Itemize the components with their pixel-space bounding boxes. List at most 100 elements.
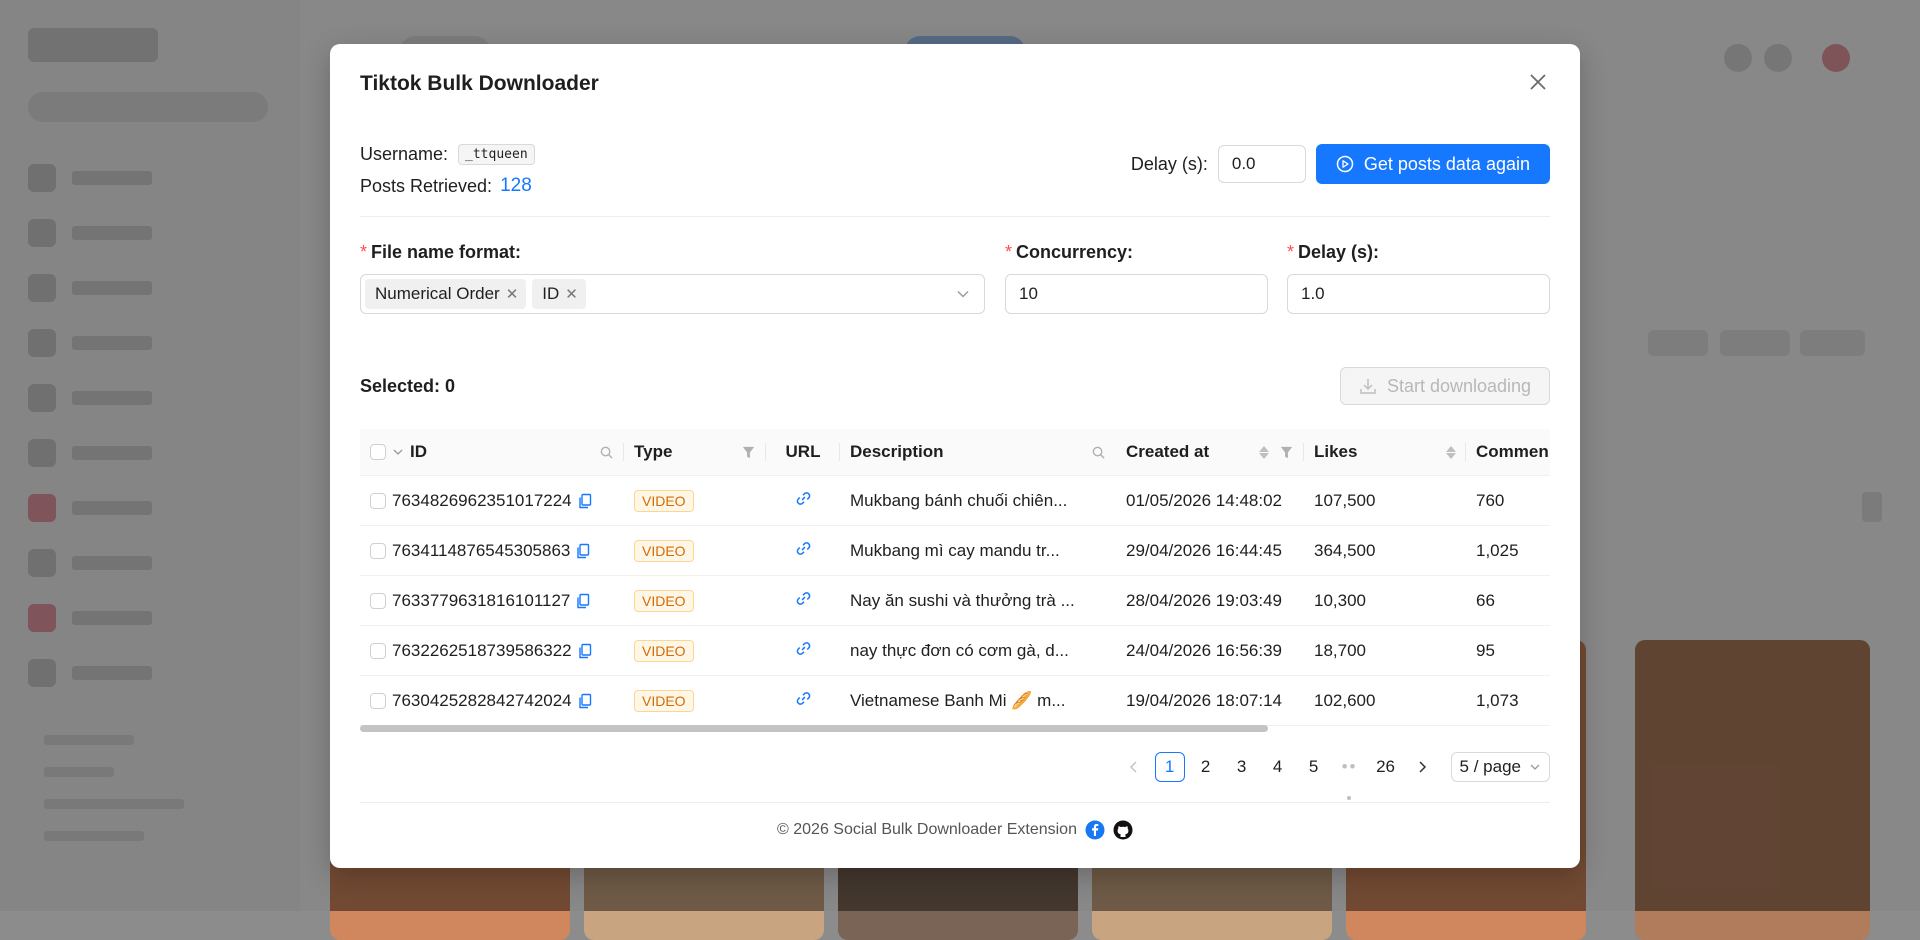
required-mark: * bbox=[1005, 242, 1013, 262]
likes-cell: 10,300 bbox=[1304, 575, 1466, 626]
selected-count: Selected: 0 bbox=[360, 376, 456, 396]
table-header-row: ID Type URL Description Created at Likes… bbox=[360, 429, 1550, 476]
link-icon[interactable] bbox=[795, 540, 812, 557]
next-page-button[interactable] bbox=[1407, 752, 1437, 782]
type-tag: VIDEO bbox=[634, 489, 694, 512]
post-id: 7634114876545305863 bbox=[392, 540, 571, 560]
remove-tag-icon[interactable]: ✕ bbox=[506, 285, 519, 303]
concurrency-input[interactable]: 10 bbox=[1005, 274, 1268, 314]
remove-tag-icon[interactable]: ✕ bbox=[565, 285, 578, 303]
row-checkbox[interactable] bbox=[370, 642, 386, 659]
modal-title: Tiktok Bulk Downloader bbox=[360, 72, 599, 95]
link-icon[interactable] bbox=[795, 490, 812, 507]
chevron-left-icon bbox=[1129, 761, 1137, 773]
sort-icon[interactable] bbox=[1259, 445, 1269, 459]
close-icon bbox=[1530, 74, 1546, 90]
fetch-delay-input[interactable]: 0.0 bbox=[1217, 145, 1306, 183]
post-id: 7630425282842742024 bbox=[392, 690, 572, 710]
select-all-checkbox[interactable] bbox=[370, 444, 386, 460]
horizontal-scrollbar[interactable] bbox=[360, 725, 1550, 733]
page-last[interactable]: 26 bbox=[1371, 752, 1401, 782]
description-cell: Mukbang bánh chuối chiên... bbox=[840, 475, 1116, 526]
row-checkbox[interactable] bbox=[370, 492, 386, 509]
filter-icon[interactable] bbox=[1279, 445, 1294, 460]
created-at-cell: 19/04/2026 18:07:14 bbox=[1116, 675, 1304, 726]
table-row[interactable]: 7630425282842742024 VIDEO Vietnamese Ban… bbox=[360, 675, 1550, 726]
created-at-cell: 28/04/2026 19:03:49 bbox=[1116, 575, 1304, 626]
chevron-down-icon bbox=[957, 291, 969, 298]
likes-cell: 18,700 bbox=[1304, 625, 1466, 676]
get-posts-again-label: Get posts data again bbox=[1363, 153, 1530, 174]
file-name-tag-label: ID bbox=[542, 284, 560, 303]
comments-cell: 1,073 bbox=[1466, 675, 1550, 726]
type-cell: VIDEO bbox=[624, 625, 766, 676]
id-cell: 7632262518739586322 bbox=[360, 625, 624, 676]
id-cell: 7634114876545305863 bbox=[360, 525, 624, 576]
url-cell bbox=[766, 525, 840, 576]
id-cell: 7630425282842742024 bbox=[360, 675, 624, 726]
delay-input[interactable]: 1.0 bbox=[1287, 274, 1550, 314]
type-tag: VIDEO bbox=[634, 539, 694, 562]
type-tag: VIDEO bbox=[634, 639, 694, 662]
id-cell: 7633779631816101127 bbox=[360, 575, 624, 626]
page-3[interactable]: 3 bbox=[1227, 752, 1257, 782]
divider bbox=[360, 216, 1550, 217]
fetch-delay-label: Delay (s): bbox=[1130, 153, 1208, 174]
header-id-label: ID bbox=[410, 442, 427, 461]
concurrency-label: Concurrency: bbox=[1016, 242, 1134, 262]
close-button[interactable] bbox=[1522, 66, 1554, 98]
page-1[interactable]: 1 bbox=[1154, 752, 1185, 782]
url-cell bbox=[766, 475, 840, 526]
copy-icon[interactable] bbox=[576, 543, 590, 559]
search-icon[interactable] bbox=[1091, 445, 1106, 460]
chevron-down-icon[interactable] bbox=[392, 446, 404, 458]
comments-cell: 760 bbox=[1466, 475, 1550, 526]
footer: © 2026 Social Bulk Downloader Extension bbox=[330, 820, 1580, 840]
header-comments: Commen bbox=[1466, 429, 1550, 476]
row-checkbox[interactable] bbox=[370, 592, 386, 609]
posts-table: ID Type URL Description Created at Likes… bbox=[360, 429, 1550, 727]
sort-icon[interactable] bbox=[1446, 445, 1456, 459]
table-row[interactable]: 7632262518739586322 VIDEO nay thực đơn c… bbox=[360, 625, 1550, 676]
header-url-label: URL bbox=[785, 442, 821, 461]
created-at-cell: 29/04/2026 16:44:45 bbox=[1116, 525, 1304, 576]
id-cell: 7634826962351017224 bbox=[360, 475, 624, 526]
page-5[interactable]: 5 bbox=[1299, 752, 1329, 782]
link-icon[interactable] bbox=[795, 640, 812, 657]
type-tag: VIDEO bbox=[634, 689, 694, 712]
table-row[interactable]: 7634826962351017224 VIDEO Mukbang bánh c… bbox=[360, 475, 1550, 526]
file-name-tag: Numerical Order ✕ bbox=[365, 279, 527, 309]
file-name-format-select[interactable]: Numerical Order ✕ ID ✕ bbox=[360, 274, 985, 314]
row-checkbox[interactable] bbox=[370, 542, 386, 559]
row-checkbox[interactable] bbox=[370, 692, 386, 709]
copy-icon[interactable] bbox=[578, 693, 592, 709]
copy-icon[interactable] bbox=[578, 493, 592, 509]
header-created-at[interactable]: Created at bbox=[1116, 429, 1304, 476]
search-icon[interactable] bbox=[599, 445, 614, 460]
filter-icon[interactable] bbox=[741, 445, 756, 460]
copy-icon[interactable] bbox=[576, 593, 590, 609]
comments-cell: 1,025 bbox=[1466, 525, 1550, 576]
page-size-select[interactable]: 5 / page bbox=[1450, 752, 1550, 782]
download-icon bbox=[1360, 379, 1376, 394]
link-icon[interactable] bbox=[795, 590, 812, 607]
prev-page-button[interactable] bbox=[1119, 752, 1149, 782]
page-jump-next[interactable]: •• bbox=[1335, 752, 1365, 782]
table-row[interactable]: 7633779631816101127 VIDEO Nay ăn sushi v… bbox=[360, 575, 1550, 626]
scrollbar-thumb[interactable] bbox=[360, 725, 1268, 732]
description-cell: nay thực đơn có cơm gà, d... bbox=[840, 625, 1116, 676]
table-row[interactable]: 7634114876545305863 VIDEO Mukbang mì cay… bbox=[360, 525, 1550, 576]
delay-label: Delay (s): bbox=[1298, 242, 1380, 262]
page-4[interactable]: 4 bbox=[1263, 752, 1293, 782]
header-type: Type bbox=[624, 429, 766, 476]
link-icon[interactable] bbox=[795, 690, 812, 707]
facebook-icon[interactable] bbox=[1085, 820, 1105, 840]
get-posts-again-button[interactable]: Get posts data again bbox=[1315, 144, 1550, 184]
page-2[interactable]: 2 bbox=[1191, 752, 1221, 782]
header-likes[interactable]: Likes bbox=[1304, 429, 1466, 476]
start-downloading-button[interactable]: Start downloading bbox=[1340, 367, 1550, 405]
required-mark: * bbox=[360, 242, 368, 262]
copy-icon[interactable] bbox=[578, 643, 592, 659]
likes-cell: 364,500 bbox=[1304, 525, 1466, 576]
github-icon[interactable] bbox=[1113, 820, 1133, 840]
